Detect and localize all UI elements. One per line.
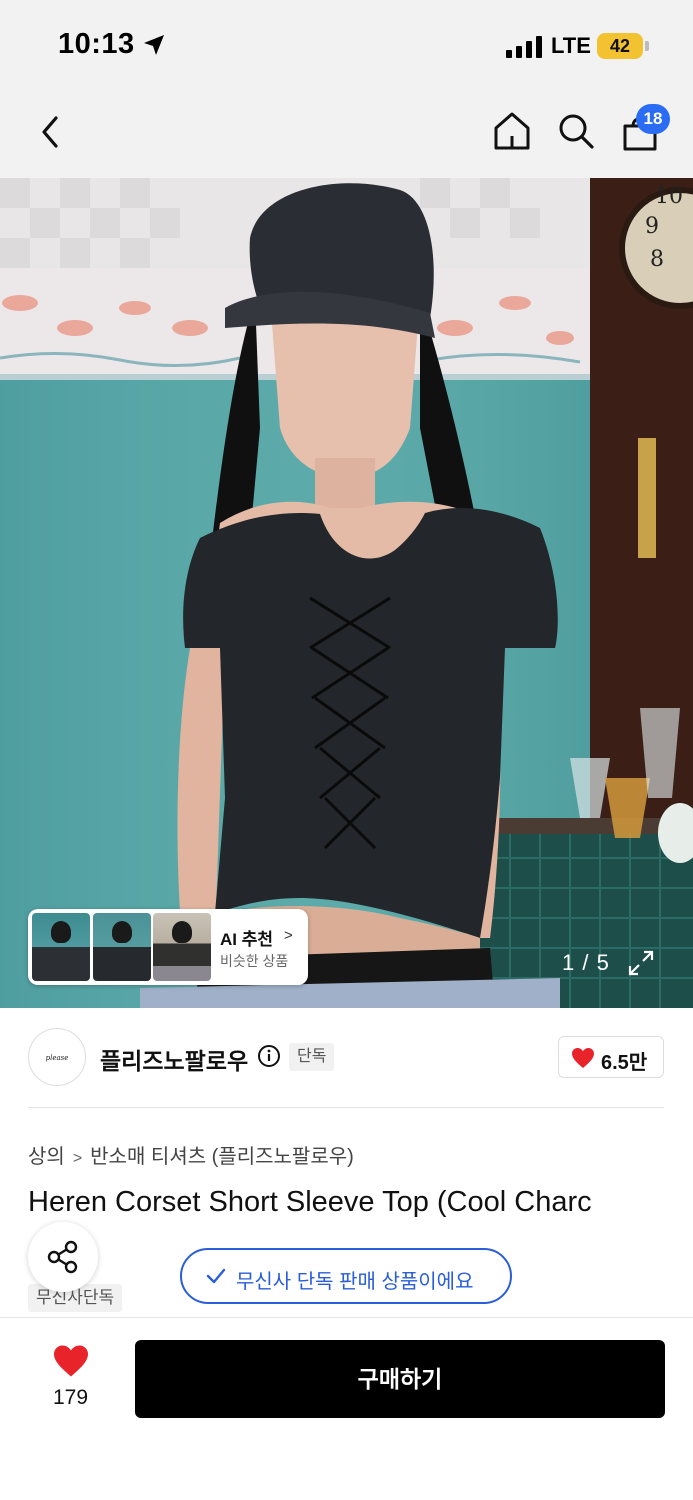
status-time: 10:13 — [58, 28, 135, 60]
thumbnail-figure — [112, 921, 132, 943]
battery-level: 42 — [597, 33, 643, 59]
exclusive-sale-text: 무신사 단독 판매 상품이에요 — [236, 1271, 474, 1293]
svg-text:10: 10 — [655, 184, 683, 209]
exclusive-sale-banner[interactable]: 무신사 단독 판매 상품이에요 — [180, 1248, 512, 1304]
buy-button[interactable]: 구매하기 — [135, 1340, 665, 1418]
cart-count-badge: 18 — [636, 104, 670, 134]
svg-text:9: 9 — [645, 214, 659, 239]
breadcrumb: 상의 > 반소매 티셔츠 (플리즈노팔로우) — [28, 1140, 354, 1169]
product-image-gallery[interactable]: 10 9 8 — [0, 178, 693, 1008]
search-icon[interactable] — [556, 110, 596, 152]
section-divider — [28, 1107, 664, 1108]
product-title: Heren Corset Short Sleeve Top (Cool Char… — [28, 1186, 592, 1218]
chevron-right-icon: > — [284, 927, 293, 944]
network-type: LTE — [551, 33, 591, 58]
location-arrow-icon — [144, 35, 164, 55]
thumbnail-1[interactable] — [32, 913, 90, 981]
ai-recommendation-strip[interactable]: AI 추천 > 비슷한 상품 — [28, 909, 308, 985]
exclusive-tag: 단독 — [289, 1043, 335, 1071]
svg-text:8: 8 — [650, 247, 664, 272]
thumbnail-2[interactable] — [93, 913, 151, 981]
ai-recommend-subtitle: 비슷한 상품 — [220, 953, 289, 969]
ai-recommend-label: AI 추천 — [220, 930, 274, 949]
thumbnail-figure — [51, 921, 71, 943]
brand-logo[interactable]: please NOFOLLOW — [28, 1028, 86, 1086]
brand-logo-text: please NOFOLLOW — [45, 1054, 69, 1062]
status-bar: 10:13 LTE 42 — [0, 0, 693, 90]
brand-name[interactable]: 플리즈노팔로우 — [100, 1042, 248, 1076]
image-page-counter: 1 / 5 — [562, 950, 610, 975]
thumbnail-3[interactable] — [153, 913, 211, 981]
back-arrow-icon[interactable] — [34, 112, 70, 152]
home-icon[interactable] — [492, 110, 532, 152]
brand-like-button[interactable]: 6.5만 — [558, 1036, 664, 1078]
brand-like-count: 6.5만 — [601, 1052, 648, 1074]
breadcrumb-category[interactable]: 상의 — [28, 1146, 65, 1168]
signal-bars-icon — [506, 36, 542, 58]
breadcrumb-subcategory[interactable]: 반소매 티셔츠 (플리즈노팔로우) — [90, 1146, 354, 1168]
expand-icon[interactable] — [626, 948, 656, 978]
info-icon[interactable] — [257, 1044, 281, 1068]
top-navigation — [0, 90, 693, 178]
thumbnail-figure — [172, 921, 192, 943]
battery-tip — [645, 41, 649, 51]
heart-icon — [572, 1048, 594, 1068]
share-button[interactable] — [28, 1222, 98, 1292]
product-photo: 10 9 8 — [0, 178, 693, 1008]
wishlist-count: 179 — [52, 1386, 89, 1409]
chevron-right-icon: > — [72, 1150, 83, 1167]
share-icon — [47, 1240, 78, 1274]
wishlist-heart-icon[interactable] — [52, 1344, 90, 1378]
check-icon — [206, 1268, 226, 1284]
